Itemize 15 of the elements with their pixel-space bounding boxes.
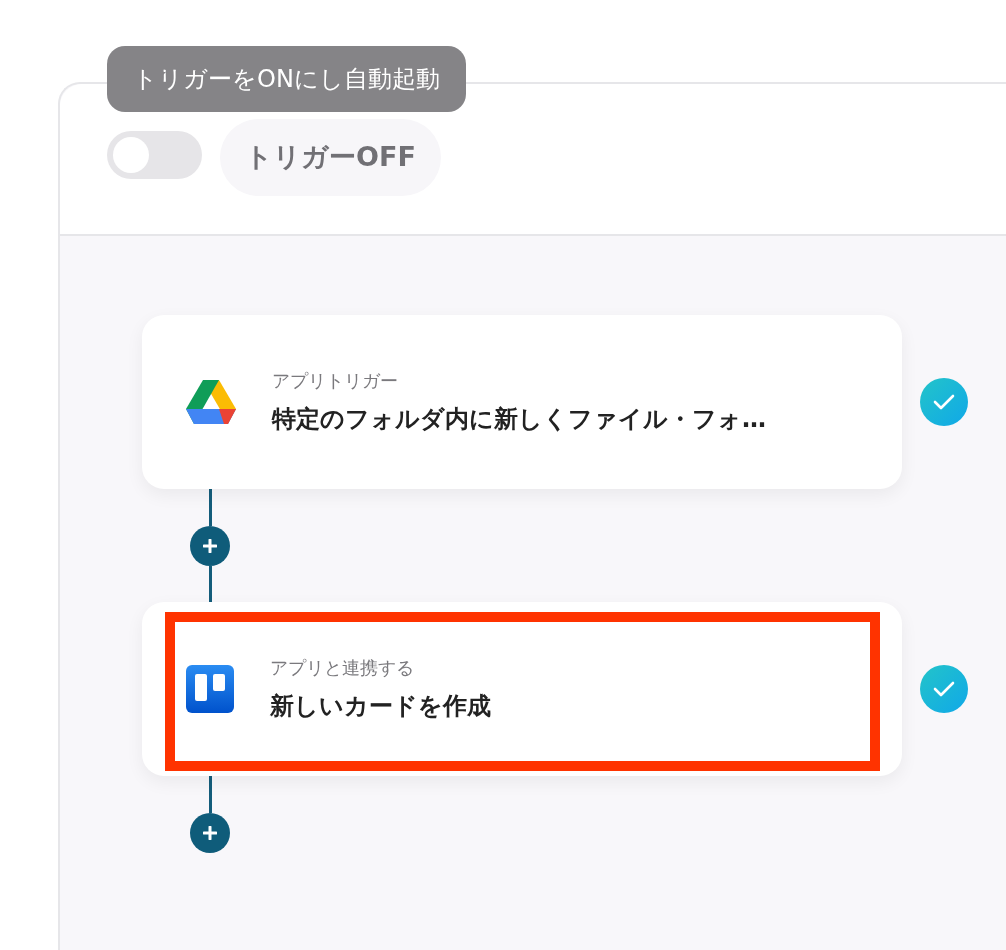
- step-label: アプリと連携する: [270, 656, 415, 680]
- tooltip: トリガーをONにし自動起動: [107, 46, 466, 112]
- plus-icon: [203, 826, 217, 840]
- add-step-button[interactable]: [190, 813, 230, 853]
- trigger-toggle[interactable]: [107, 131, 202, 179]
- trigger-status: トリガーOFF: [220, 118, 441, 196]
- triangle-logo-icon: [186, 380, 236, 424]
- add-step-button[interactable]: [190, 526, 230, 566]
- step-title: 新しいカードを作成: [270, 691, 491, 722]
- step-title: 特定のフォルダ内に新しくファイル・フォ…: [272, 404, 766, 435]
- board-logo-icon: [186, 665, 234, 713]
- step-label: アプリトリガー: [272, 369, 399, 393]
- step-card[interactable]: アプリと連携する 新しいカードを作成: [142, 602, 902, 776]
- plus-icon: [203, 539, 217, 553]
- step-card[interactable]: アプリトリガー 特定のフォルダ内に新しくファイル・フォ…: [142, 315, 902, 489]
